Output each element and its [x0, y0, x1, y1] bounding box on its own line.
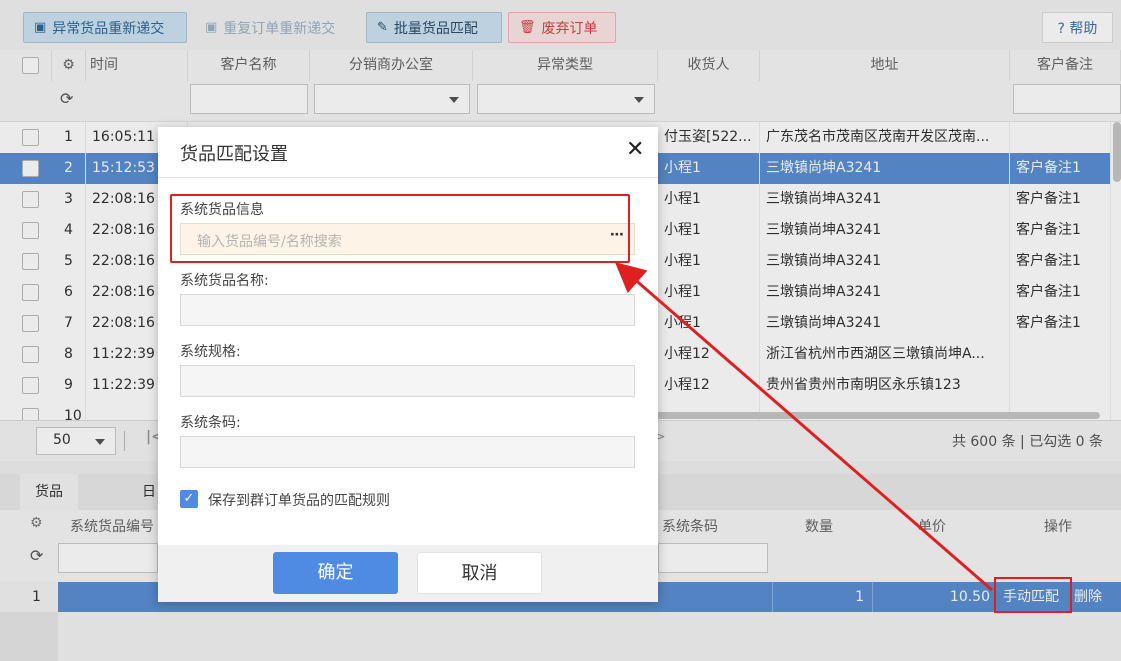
annotation-arrow	[614, 262, 993, 592]
